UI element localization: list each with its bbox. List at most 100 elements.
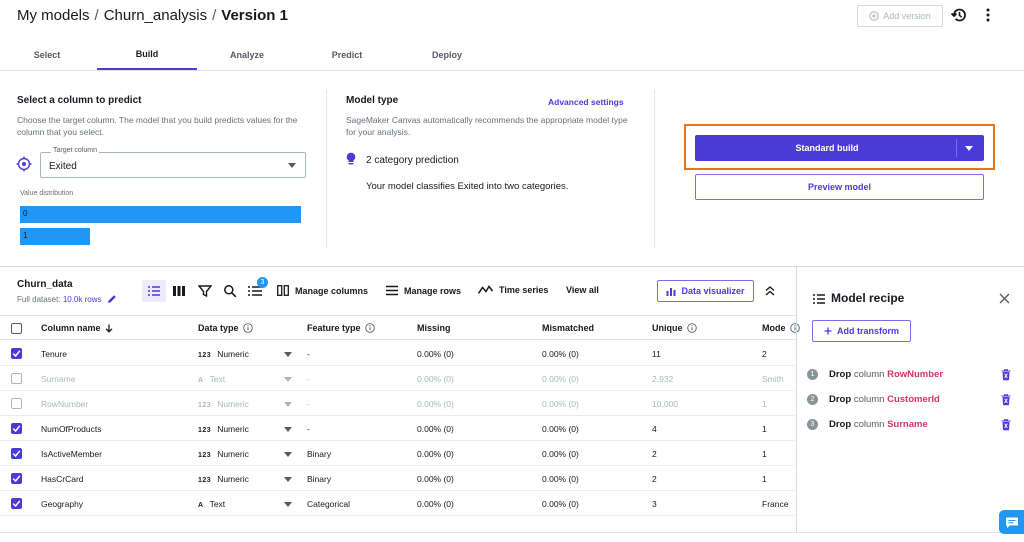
tab-predict[interactable]: Predict [297, 40, 397, 70]
step-column-word: column [853, 419, 885, 430]
list-view-toggle[interactable] [142, 280, 166, 302]
manage-columns-button[interactable]: Manage columns [277, 285, 368, 296]
breadcrumb-separator: / [94, 7, 99, 24]
data-type-cell[interactable]: 123 Numeric [198, 399, 249, 409]
chat-support-button[interactable] [999, 510, 1024, 534]
data-type-dropdown-icon[interactable] [284, 452, 292, 457]
missing-cell: 0.00% (0) [417, 399, 454, 409]
table-row[interactable]: IsActiveMember 123 Numeric Binary 0.00% (… [0, 441, 795, 466]
tab-select[interactable]: Select [0, 40, 94, 70]
breadcrumb-my-models[interactable]: My models [17, 7, 90, 24]
table-row[interactable]: RowNumber 123 Numeric - 0.00% (0) 0.00% (… [0, 391, 795, 416]
add-transform-button[interactable]: Add transform [812, 320, 911, 342]
table-row[interactable]: NumOfProducts 123 Numeric - 0.00% (0) 0.0… [0, 416, 795, 441]
manage-columns-label: Manage columns [295, 285, 369, 296]
dataset-name: Churn_data [17, 279, 73, 290]
column-name-header-label: Column name [41, 323, 101, 333]
select-all-checkbox[interactable] [11, 323, 22, 334]
info-icon[interactable] [364, 323, 375, 333]
sort-down-icon [105, 324, 112, 333]
more-options-icon[interactable] [982, 6, 994, 24]
mismatched-header: Mismatched [542, 323, 595, 333]
data-type-value: Text [209, 374, 226, 384]
info-icon[interactable] [686, 323, 697, 333]
data-type-cell[interactable]: 123 Numeric [198, 349, 249, 359]
time-series-button[interactable]: Time series [478, 285, 548, 295]
manage-rows-button[interactable]: Manage rows [386, 285, 461, 296]
table-row[interactable]: HasCrCard 123 Numeric Binary 0.00% (0) 0.… [0, 466, 795, 491]
row-checkbox[interactable] [11, 498, 22, 509]
breadcrumb-current-version: Version 1 [221, 7, 288, 24]
trash-icon[interactable] [1001, 394, 1011, 406]
missing-cell: 0.00% (0) [417, 449, 454, 459]
version-history-icon[interactable] [950, 6, 968, 24]
data-type-cell[interactable]: A Text [198, 374, 225, 384]
data-type-header: Data type [198, 323, 253, 333]
column-name-header[interactable]: Column name [41, 323, 113, 333]
add-version-button[interactable]: Add version [857, 5, 943, 27]
dataset-size: Full dataset: 10.0k rows [17, 294, 117, 304]
model-type-description: SageMaker Canvas automatically recommend… [346, 115, 628, 137]
breadcrumb-churn-analysis[interactable]: Churn_analysis [104, 7, 207, 24]
column-name-cell: NumOfProducts [41, 424, 102, 434]
step-number: 2 [807, 394, 818, 405]
target-column-select[interactable]: Target column Exited [40, 147, 306, 178]
data-type-cell[interactable]: 123 Numeric [198, 449, 249, 459]
collapse-chevron-icon[interactable] [764, 284, 776, 298]
table-row[interactable]: Geography A Text Categorical 0.00% (0) 0.… [0, 491, 795, 516]
data-type-cell[interactable]: 123 Numeric [198, 424, 249, 434]
data-type-cell[interactable]: A Text [198, 499, 225, 509]
feature-type-header: Feature type [307, 323, 375, 333]
data-type-cell[interactable]: 123 Numeric [198, 474, 249, 484]
page-header: My models / Churn_analysis / Version 1 Add v… [0, 0, 1024, 36]
mismatched-cell: 0.00% (0) [542, 424, 579, 434]
row-checkbox[interactable] [11, 373, 22, 384]
data-type-dropdown-icon[interactable] [284, 477, 292, 482]
data-type-icon: 123 [198, 427, 212, 434]
trash-icon[interactable] [1001, 419, 1011, 431]
table-row[interactable]: Tenure 123 Numeric - 0.00% (0) 0.00% (0) … [0, 341, 795, 366]
filter-icon[interactable] [198, 284, 212, 298]
search-icon[interactable] [223, 284, 237, 298]
feature-type-cell: Binary [307, 474, 332, 484]
step-text: Drop column RowNumber [829, 369, 943, 380]
advanced-settings-link[interactable]: Advanced settings [548, 97, 624, 107]
data-type-dropdown-icon[interactable] [284, 402, 292, 407]
data-visualizer-button[interactable]: Data visualizer [657, 280, 754, 302]
grid-view-toggle[interactable] [167, 280, 191, 302]
dataset-rows-link[interactable]: 10.0k rows [63, 295, 102, 304]
checkmark-icon [12, 450, 21, 458]
standard-build-button[interactable]: Standard build [695, 135, 984, 161]
tab-analyze[interactable]: Analyze [197, 40, 297, 70]
step-column-name: Surname [887, 419, 928, 430]
data-type-dropdown-icon[interactable] [284, 502, 292, 507]
button-split-divider [956, 139, 957, 157]
mismatched-cell: 0.00% (0) [542, 349, 579, 359]
column-name-cell: Geography [41, 499, 84, 509]
tab-build[interactable]: Build [97, 40, 197, 70]
pencil-icon[interactable] [107, 294, 117, 304]
time-series-label: Time series [499, 285, 549, 295]
view-all-button[interactable]: View all [566, 285, 599, 295]
step-action: Drop [829, 394, 852, 405]
row-checkbox[interactable] [11, 448, 22, 459]
close-icon[interactable] [999, 293, 1010, 304]
row-checkbox[interactable] [11, 348, 22, 359]
table-row[interactable]: Surname A Text - 0.00% (0) 0.00% (0) 2,93… [0, 366, 795, 391]
feature-type-cell: Categorical [307, 499, 350, 509]
mismatched-cell: 0.00% (0) [542, 474, 579, 484]
row-checkbox[interactable] [11, 423, 22, 434]
data-type-dropdown-icon[interactable] [284, 352, 292, 357]
info-icon[interactable] [242, 323, 253, 333]
row-checkbox[interactable] [11, 473, 22, 484]
build-options-caret-icon[interactable] [965, 146, 973, 151]
tab-deploy[interactable]: Deploy [397, 40, 497, 70]
row-checkbox[interactable] [11, 398, 22, 409]
preview-model-button[interactable]: Preview model [695, 174, 984, 200]
data-type-dropdown-icon[interactable] [284, 427, 292, 432]
unique-cell: 4 [652, 424, 657, 434]
trash-icon[interactable] [1001, 369, 1011, 381]
data-type-icon: 123 [198, 477, 212, 484]
mismatched-cell: 0.00% (0) [542, 399, 579, 409]
data-type-dropdown-icon[interactable] [284, 377, 292, 382]
